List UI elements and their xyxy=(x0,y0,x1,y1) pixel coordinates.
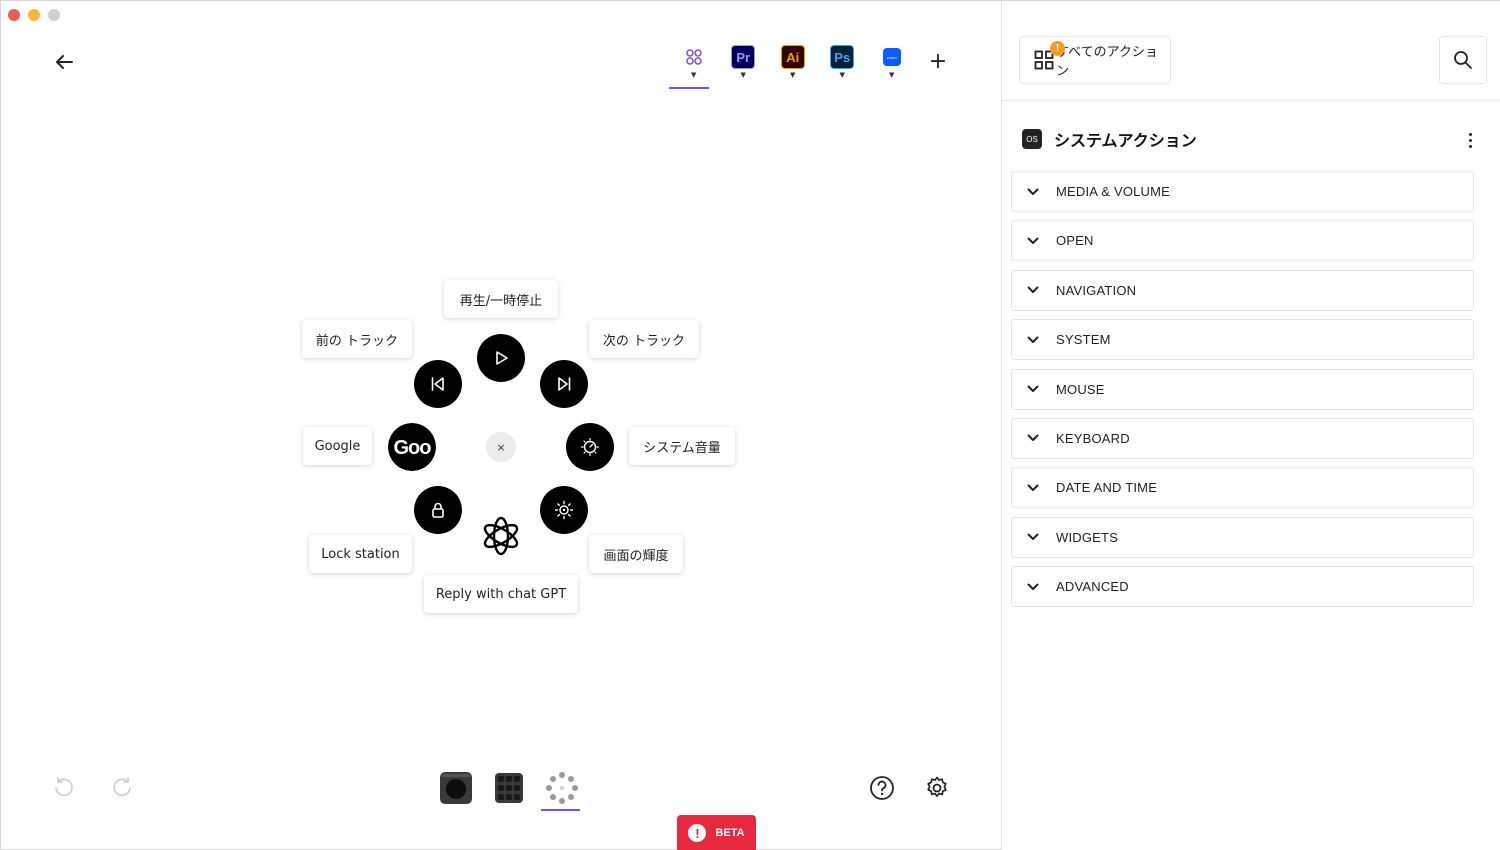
wheel-action-system-volume[interactable] xyxy=(566,423,614,471)
redo-icon xyxy=(113,777,131,797)
chevron-down-icon xyxy=(1026,481,1040,495)
editor-pane: ▼ Pr ▼ Ai ▼ Ps ▼ zoom ▼ + 再生/一時停止 次の トラッ… xyxy=(1,1,1001,850)
category-open[interactable]: OPEN xyxy=(1011,220,1474,262)
chevron-down-icon xyxy=(1026,234,1040,248)
dial-icon xyxy=(439,772,472,804)
category-label: ADVANCED xyxy=(1056,579,1129,595)
google-logo-icon: Goo xyxy=(388,423,436,471)
ring-dots-icon xyxy=(545,772,578,804)
os-badge-icon: OS xyxy=(1022,129,1042,149)
category-label: DATE AND TIME xyxy=(1056,480,1158,496)
actions-panel-header: ! すべてのアクション xyxy=(1002,1,1500,101)
tab-keypad-layout[interactable] xyxy=(482,769,535,811)
grid-icon: ! xyxy=(1034,41,1065,70)
wheel-action-screen-brightness[interactable] xyxy=(540,486,588,534)
actions-panel: ! すべてのアクション OS システムアクション MEDIA & VOLUME … xyxy=(1001,1,1500,850)
category-system[interactable]: SYSTEM xyxy=(1011,319,1474,361)
category-label: WIDGETS xyxy=(1056,529,1119,545)
wheel-action-reply-chat-gpt[interactable] xyxy=(477,512,525,560)
beta-badge[interactable]: ! BETA xyxy=(677,815,756,850)
brightness-icon xyxy=(554,500,574,520)
wheel-label-previous-track: 前の トラック xyxy=(302,320,412,358)
volume-dial-icon xyxy=(580,437,600,457)
wheel-label-reply-chat-gpt: Reply with chat GPT xyxy=(424,575,578,613)
section-title: システムアクション xyxy=(1054,131,1197,150)
section-header: OS システムアクション xyxy=(1022,127,1197,151)
category-label: OPEN xyxy=(1056,233,1094,249)
chevron-down-icon xyxy=(1026,530,1040,544)
category-list: MEDIA & VOLUME OPEN NAVIGATION SYSTEM MO… xyxy=(1011,171,1474,616)
wheel-label-lock-station: Lock station xyxy=(309,535,412,573)
gear-icon xyxy=(927,776,947,797)
chevron-down-icon xyxy=(1026,333,1040,347)
chevron-down-icon xyxy=(1026,283,1040,297)
wheel-label-screen-brightness: 画面の輝度 xyxy=(589,535,683,573)
category-media-volume[interactable]: MEDIA & VOLUME xyxy=(1011,171,1474,212)
category-label: MEDIA & VOLUME xyxy=(1056,184,1171,199)
more-options-button[interactable] xyxy=(1462,129,1478,151)
chevron-down-icon xyxy=(1026,580,1040,594)
category-widgets[interactable]: WIDGETS xyxy=(1011,516,1474,558)
category-label: KEYBOARD xyxy=(1056,430,1130,446)
help-icon xyxy=(870,776,894,800)
play-icon xyxy=(496,351,508,365)
wheel-label-play-pause: 再生/一時停止 xyxy=(444,280,558,318)
wheel-label-google: Google xyxy=(303,427,372,465)
history-controls xyxy=(51,775,135,799)
alert-icon: ! xyxy=(688,824,707,842)
help-button[interactable] xyxy=(869,775,895,801)
actions-ring: 再生/一時停止 次の トラック システム音量 画面の輝度 Reply with … xyxy=(1,1,1001,850)
tab-dial-layout[interactable] xyxy=(429,769,482,811)
category-label: MOUSE xyxy=(1056,381,1105,397)
wheel-action-next-track[interactable] xyxy=(540,360,588,408)
category-label: NAVIGATION xyxy=(1056,282,1137,298)
wheel-action-play-pause[interactable] xyxy=(477,334,525,382)
app-window: ▼ Pr ▼ Ai ▼ Ps ▼ zoom ▼ + 再生/一時停止 次の トラッ… xyxy=(0,0,1500,850)
skip-previous-icon xyxy=(431,377,444,391)
layout-tabs xyxy=(429,769,588,811)
redo-button[interactable] xyxy=(111,775,135,799)
category-mouse[interactable]: MOUSE xyxy=(1011,368,1474,410)
settings-button[interactable] xyxy=(924,775,950,801)
category-advanced[interactable]: ADVANCED xyxy=(1011,566,1474,608)
skip-next-icon xyxy=(558,377,571,391)
wheel-label-next-track: 次の トラック xyxy=(589,320,699,358)
lock-icon xyxy=(432,502,444,518)
beta-label: BETA xyxy=(715,827,745,839)
chevron-down-icon xyxy=(1026,431,1040,445)
chevron-down-icon xyxy=(1026,382,1040,396)
wheel-action-lock-station[interactable] xyxy=(414,486,462,534)
wheel-center-close-button[interactable]: × xyxy=(486,432,516,462)
more-dots-icon xyxy=(1468,132,1472,136)
all-actions-label: すべてのアクション xyxy=(1056,45,1158,79)
category-date-and-time[interactable]: DATE AND TIME xyxy=(1011,467,1474,509)
undo-icon xyxy=(55,777,73,797)
notification-badge: ! xyxy=(1050,41,1065,56)
all-actions-button[interactable]: ! すべてのアクション xyxy=(1019,36,1171,84)
undo-button[interactable] xyxy=(51,775,75,799)
tab-actions-ring-layout[interactable] xyxy=(535,769,588,811)
category-navigation[interactable]: NAVIGATION xyxy=(1011,269,1474,311)
chevron-down-icon xyxy=(1026,185,1040,199)
wheel-action-google[interactable]: Goo xyxy=(388,423,436,471)
category-label: SYSTEM xyxy=(1056,332,1111,348)
wheel-action-previous-track[interactable] xyxy=(414,360,462,408)
search-button[interactable] xyxy=(1439,36,1487,84)
svg-text:Goo: Goo xyxy=(394,437,432,459)
wheel-label-system-volume: システム音量 xyxy=(629,427,735,465)
search-icon xyxy=(1454,51,1472,69)
category-keyboard[interactable]: KEYBOARD xyxy=(1011,417,1474,459)
openai-logo-icon xyxy=(483,516,519,556)
keypad-icon xyxy=(494,773,523,803)
